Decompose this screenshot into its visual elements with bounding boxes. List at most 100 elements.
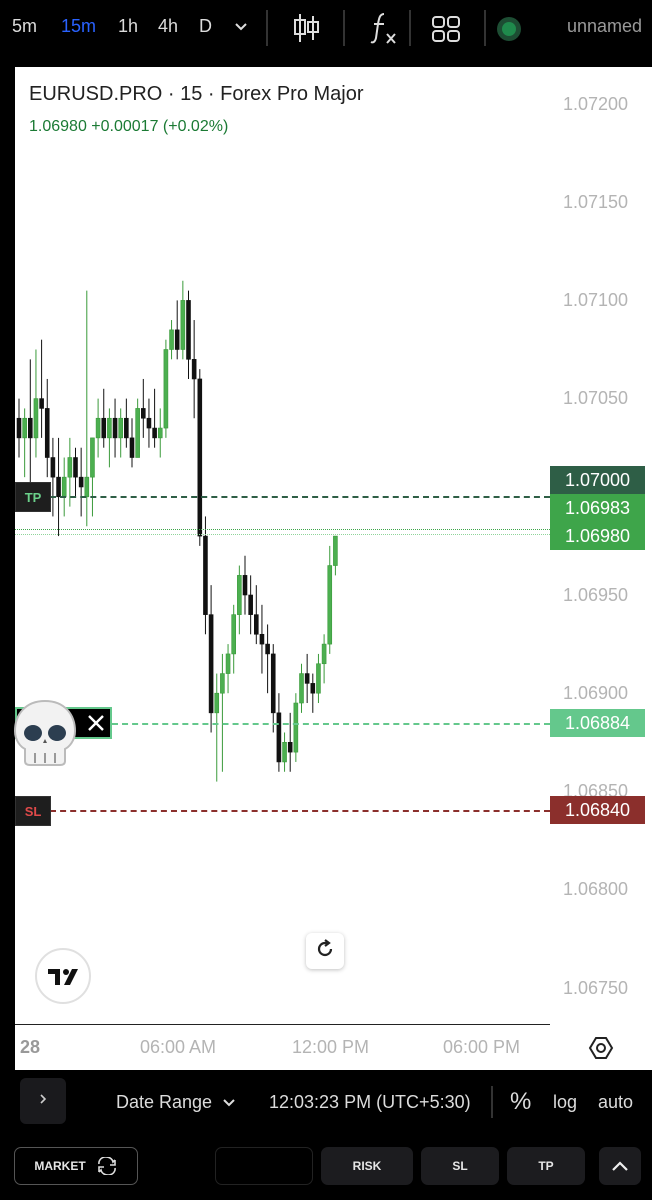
toolbar-divider — [491, 1086, 493, 1118]
sl-label[interactable]: SL — [15, 796, 51, 826]
y-axis-tick: 1.06750 — [563, 978, 629, 998]
entry-line[interactable] — [112, 723, 550, 725]
candle-body — [67, 457, 73, 478]
y-axis-tick: 1.06800 — [563, 879, 629, 899]
sl-price-tag: 1.06840 — [550, 796, 645, 824]
candle-body — [299, 673, 304, 704]
candle-body — [84, 476, 90, 498]
skull-icon — [11, 697, 79, 774]
toolbar-divider — [409, 10, 411, 46]
candle-body — [208, 614, 214, 714]
percent-scale-toggle[interactable]: % — [510, 1088, 531, 1116]
timeframe-1h[interactable]: 1h — [118, 16, 138, 37]
candlestick-icon[interactable] — [292, 12, 320, 49]
bottom-toolbar: Date Range 12:03:23 PM (UTC+5:30) % log … — [0, 1072, 652, 1132]
candle-body — [270, 653, 276, 714]
candle-body — [265, 643, 270, 655]
candle-body — [28, 417, 33, 439]
candle-body — [282, 741, 287, 763]
candle-body — [90, 437, 95, 478]
candle-body — [248, 594, 253, 615]
chart-panel[interactable]: EURUSD.PRO · 15 · Forex Pro Major 1.0698… — [13, 67, 652, 1070]
quantity-input[interactable] — [215, 1147, 313, 1185]
clock-timezone[interactable]: 12:03:23 PM (UTC+5:30) — [269, 1092, 471, 1113]
log-scale-toggle[interactable]: log — [553, 1092, 577, 1113]
candle-body — [124, 417, 129, 439]
candle-body — [310, 683, 316, 694]
chevron-down-icon[interactable] — [232, 18, 250, 41]
sl-line[interactable] — [50, 810, 550, 812]
chevron-down-icon[interactable] — [220, 1094, 238, 1117]
tp-line[interactable] — [50, 496, 550, 498]
candle-body — [203, 535, 208, 615]
candle-body — [107, 417, 112, 439]
connection-status-icon — [496, 16, 522, 47]
candle-body — [118, 417, 123, 439]
account-name[interactable]: unnamed — [567, 16, 642, 37]
ask-line — [15, 534, 550, 535]
ask-price-tag: 1.06983 — [550, 494, 645, 522]
candle-body — [141, 408, 146, 419]
tp-label[interactable]: TP — [15, 482, 51, 512]
reset-chart-button[interactable] — [306, 933, 344, 969]
candle-body — [276, 712, 282, 763]
candle-body — [73, 457, 78, 478]
candle-body — [293, 702, 299, 753]
x-axis-label: 06:00 PM — [443, 1037, 521, 1057]
date-range-button[interactable]: Date Range — [116, 1092, 212, 1113]
candle-body — [56, 476, 61, 498]
x-axis-label: 06:00 AM — [140, 1037, 217, 1057]
bid-price-tag: 1.06980 — [550, 522, 645, 550]
candle-body — [321, 643, 327, 665]
candle-body — [146, 417, 152, 429]
candle-body — [163, 349, 169, 429]
layout-grid-icon[interactable] — [431, 15, 461, 48]
expand-panel-button[interactable] — [20, 1078, 66, 1124]
market-order-button[interactable]: MARKET — [14, 1147, 138, 1185]
x-axis-label: 28 — [20, 1037, 41, 1057]
candle-body — [33, 398, 39, 439]
candle-body — [22, 417, 27, 439]
candle-body — [237, 575, 242, 615]
candle-body — [191, 359, 197, 380]
tradingview-logo-icon[interactable] — [34, 947, 92, 1010]
candle-body — [157, 427, 163, 439]
collapse-button[interactable] — [599, 1147, 641, 1185]
auto-scale-toggle[interactable]: auto — [598, 1092, 633, 1113]
candle-body — [186, 300, 191, 360]
indicators-fx-icon[interactable] — [368, 10, 398, 51]
candlestick-chart[interactable] — [15, 67, 550, 1024]
timeframe-15m[interactable]: 15m — [61, 16, 96, 37]
candle-body — [197, 378, 203, 537]
candle-body — [214, 692, 220, 714]
candle-body — [304, 673, 310, 684]
timeframe-5m[interactable]: 5m — [12, 16, 37, 37]
sl-button[interactable]: SL — [421, 1147, 499, 1185]
candle-body — [254, 614, 259, 635]
y-axis-tick: 1.07200 — [563, 94, 629, 114]
candle-body — [95, 417, 101, 439]
candle-body — [174, 329, 180, 350]
candle-body — [327, 565, 333, 645]
candle-body — [50, 457, 56, 478]
risk-button[interactable]: RISK — [321, 1147, 413, 1185]
timeframe-4h[interactable]: 4h — [158, 16, 178, 37]
bid-line — [15, 529, 550, 530]
candle-body — [152, 427, 157, 439]
candle-body — [112, 417, 118, 439]
candle-body — [225, 653, 231, 674]
x-axis-line — [15, 1024, 550, 1025]
candle-body — [333, 535, 338, 566]
market-order-label: MARKET — [34, 1159, 86, 1173]
y-axis-tick: 1.07100 — [563, 290, 629, 310]
toolbar-divider — [484, 10, 486, 46]
candle-body — [287, 741, 293, 753]
timeframe-d[interactable]: D — [199, 16, 212, 37]
candle-body — [316, 663, 321, 694]
chart-settings-icon[interactable] — [588, 1035, 614, 1066]
close-position-icon[interactable] — [83, 710, 109, 741]
candle-body — [78, 476, 84, 488]
candle-body — [169, 329, 174, 350]
tp-button[interactable]: TP — [507, 1147, 585, 1185]
order-bar: MARKET RISK SL TP — [0, 1135, 652, 1200]
